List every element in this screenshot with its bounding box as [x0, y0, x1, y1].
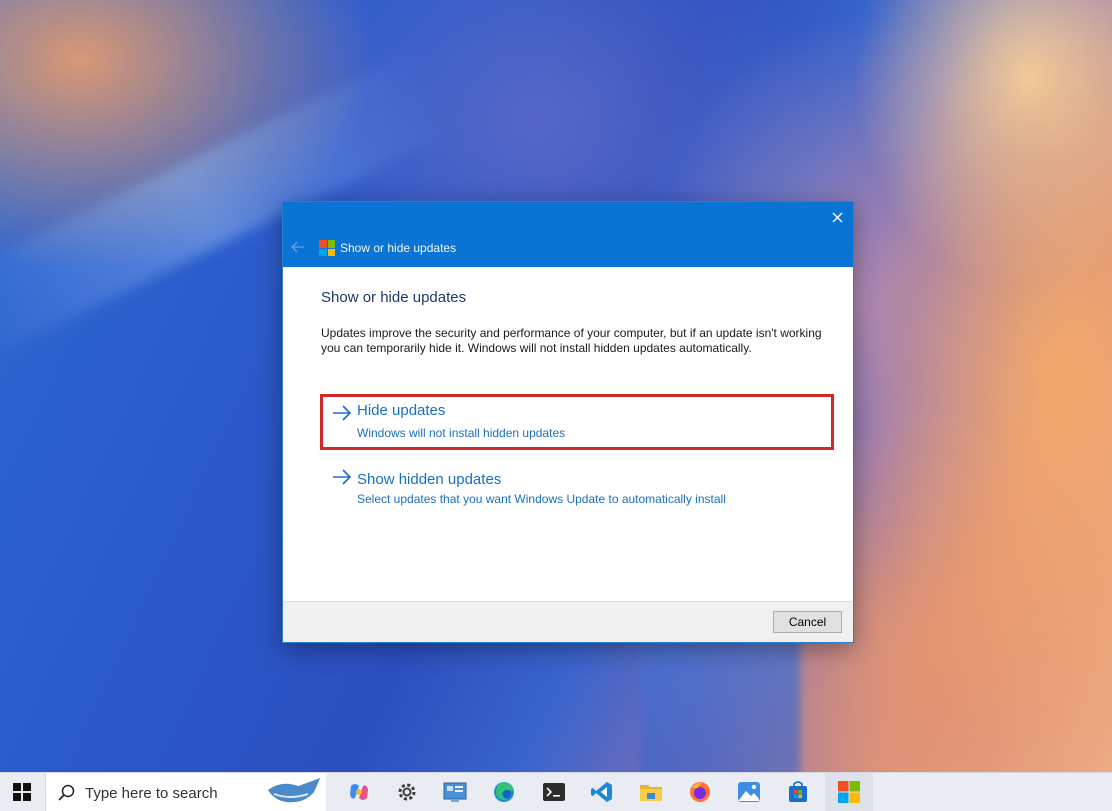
window-title: Show or hide updates — [340, 241, 457, 255]
cancel-button[interactable]: Cancel — [773, 611, 842, 633]
vscode-icon — [591, 782, 612, 802]
description-text: Updates improve the security and perform… — [321, 326, 822, 355]
search-icon — [58, 784, 75, 801]
page-heading: Show or hide updates — [321, 289, 467, 306]
taskbar-copilot[interactable] — [335, 773, 383, 811]
back-arrow-icon — [291, 241, 304, 253]
close-button[interactable] — [821, 202, 853, 232]
file-explorer-icon — [640, 785, 662, 801]
settings-icon — [398, 783, 416, 801]
taskbar-vscode[interactable] — [578, 773, 626, 811]
taskbar-show-hide-updates[interactable] — [825, 773, 873, 811]
dialog-footer: Cancel — [283, 601, 853, 642]
taskbar-edge[interactable] — [480, 773, 528, 811]
arrow-right-icon — [333, 469, 352, 485]
windows-logo-icon — [319, 240, 335, 256]
option-subtitle: Select updates that you want Windows Upd… — [357, 492, 726, 506]
search-placeholder: Type here to search — [85, 785, 218, 802]
edge-icon — [494, 782, 514, 802]
taskbar-file-explorer[interactable] — [627, 773, 675, 811]
option-title: Hide updates — [357, 402, 446, 419]
option-title: Show hidden updates — [357, 471, 502, 488]
search-highlight-icon — [268, 778, 320, 803]
taskbar-photos[interactable] — [725, 773, 773, 811]
show-hide-updates-dialog: Show or hide updates Show or hide update… — [282, 201, 854, 643]
windows-update-tool-icon — [838, 781, 860, 803]
taskbar-firefox[interactable] — [676, 773, 724, 811]
taskbar-settings[interactable] — [383, 773, 431, 811]
start-button[interactable] — [0, 773, 44, 811]
firefox-icon — [690, 782, 710, 802]
start-icon — [13, 783, 31, 801]
taskbar-control-panel[interactable] — [431, 773, 479, 811]
option-subtitle: Windows will not install hidden updates — [357, 426, 566, 440]
taskbar-store[interactable] — [774, 773, 822, 811]
close-icon — [832, 212, 842, 222]
photos-icon — [738, 782, 760, 802]
copilot-icon — [350, 784, 368, 800]
store-icon — [789, 781, 807, 802]
back-button[interactable] — [291, 240, 307, 256]
taskbar-terminal[interactable] — [530, 773, 578, 811]
terminal-icon — [543, 783, 565, 801]
control-panel-icon — [443, 782, 467, 802]
hide-updates-option[interactable]: Hide updates Windows will not install hi… — [320, 394, 834, 450]
taskbar: Type here to search — [0, 772, 1112, 811]
show-hidden-updates-option[interactable]: Show hidden updates Select updates that … — [320, 459, 834, 515]
title-bar: Show or hide updates — [283, 202, 853, 267]
arrow-right-icon — [333, 405, 352, 421]
taskbar-search-box[interactable]: Type here to search — [45, 773, 326, 811]
